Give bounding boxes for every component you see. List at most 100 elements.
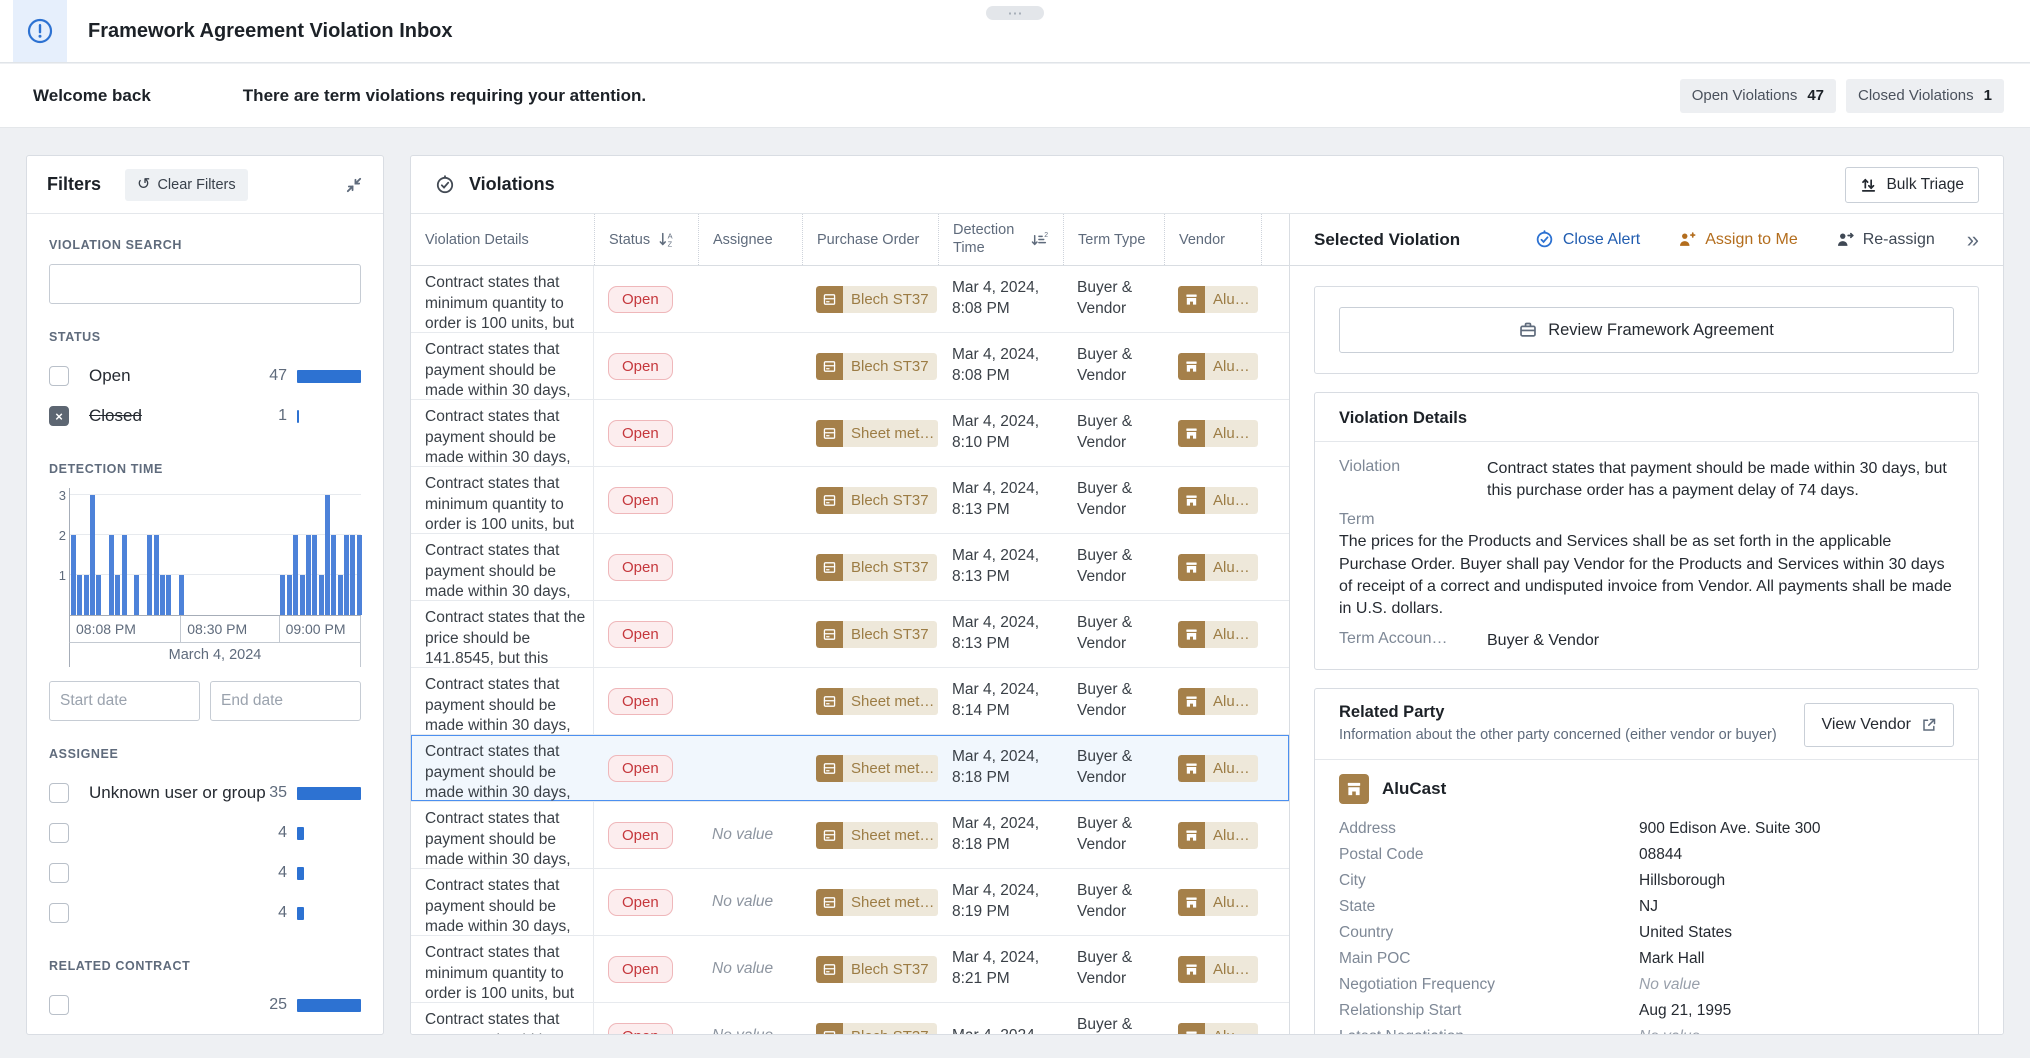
term-type-cell: Buyer & Vendor	[1063, 936, 1164, 1002]
histogram-plot-area[interactable]: 1 2 3	[59, 488, 362, 616]
detection-time-cell: Mar 4, 2024, 8:13 PM	[938, 467, 1063, 533]
checkbox[interactable]	[49, 863, 69, 883]
purchase-order-icon	[816, 888, 843, 916]
bulk-triage-label: Bulk Triage	[1886, 175, 1964, 193]
detection-time-value: Mar 4, 2024, 8:13 PM	[952, 546, 1039, 588]
histogram-bar	[121, 535, 127, 615]
purchase-order-tag[interactable]: Blech ST37	[816, 285, 937, 313]
violation-text: Contract states that payment should be m…	[1487, 460, 1947, 499]
purchase-order-label: Sheet met…	[843, 888, 938, 916]
violation-row[interactable]: Contract states that payment should be m…	[411, 333, 1289, 400]
violation-row[interactable]: Contract states that payment should be m…	[411, 668, 1289, 735]
purchase-order-icon	[816, 687, 843, 715]
vendor-tag[interactable]: Alu…	[1178, 1022, 1258, 1034]
checkbox[interactable]	[49, 366, 69, 386]
vendor-tag[interactable]: Alu…	[1178, 352, 1258, 380]
start-date-input[interactable]	[49, 681, 200, 721]
checkbox[interactable]	[49, 903, 69, 923]
vendor-tag[interactable]: Alu…	[1178, 285, 1258, 313]
table-body[interactable]: Contract states that minimum quantity to…	[411, 266, 1289, 1034]
term-type-value: Buyer & Vendor	[1077, 748, 1133, 786]
vendor-cell: Alu…	[1164, 534, 1261, 600]
purchase-order-tag[interactable]: Blech ST37	[816, 352, 937, 380]
checkbox[interactable]	[49, 995, 69, 1015]
reassign-alert-button[interactable]: Re-assign	[1836, 231, 1935, 249]
vendor-store-icon	[1178, 553, 1205, 581]
column-header-term-type[interactable]: Term Type	[1063, 214, 1164, 265]
vendor-tag[interactable]: Alu…	[1178, 553, 1258, 581]
column-header-violation-details[interactable]: Violation Details	[411, 214, 594, 265]
vendor-tag[interactable]: Alu…	[1178, 486, 1258, 514]
violation-search-input[interactable]	[49, 264, 361, 304]
vendor-cell: Alu…	[1164, 936, 1261, 1002]
checkbox-excluded[interactable]: ×	[49, 406, 69, 426]
checkbox[interactable]	[49, 783, 69, 803]
violation-row[interactable]: Contract states that payment should be m…	[411, 802, 1289, 869]
clear-filters-button[interactable]: ↺ Clear Filters	[125, 168, 248, 201]
vendor-identity[interactable]: AluCast	[1339, 774, 1954, 805]
detection-time-cell: Mar 4, 2024, 8:19 PM	[938, 869, 1063, 935]
violation-count-badge[interactable]: Closed Violations 1	[1846, 78, 2004, 113]
violation-row[interactable]: Contract states that minimum quantity to…	[411, 936, 1289, 1003]
filter-item-label: Open	[89, 366, 131, 385]
assignee-cell: No value	[698, 1003, 802, 1034]
vendor-field-label: Latest Negotiation	[1339, 1028, 1639, 1034]
violation-details-cell: Contract states that payment should be m…	[411, 400, 594, 466]
page-title: Framework Agreement Violation Inbox	[88, 20, 453, 42]
vendor-tag[interactable]: Alu…	[1178, 620, 1258, 648]
violation-row[interactable]: Contract states that the price should be…	[411, 601, 1289, 668]
collapse-panel-button[interactable]	[345, 176, 363, 194]
detection-date: Mar 4, 2024,	[952, 413, 1040, 431]
vendor-tag[interactable]: Alu…	[1178, 754, 1258, 782]
checkbox[interactable]	[49, 823, 69, 843]
purchase-order-label: Blech ST37	[843, 620, 937, 648]
column-header-purchase-order[interactable]: Purchase Order	[802, 214, 938, 265]
violation-row[interactable]: Contract states that payment should be m…	[411, 869, 1289, 936]
view-vendor-button[interactable]: View Vendor	[1804, 703, 1954, 748]
purchase-order-tag[interactable]: Sheet met…	[816, 754, 938, 782]
widget-drag-handle[interactable]: ⋯	[986, 6, 1044, 21]
purchase-order-tag[interactable]: Blech ST37	[816, 486, 937, 514]
purchase-order-tag[interactable]: Blech ST37	[816, 553, 937, 581]
vendor-tag[interactable]: Alu…	[1178, 888, 1258, 916]
close-alert-button[interactable]: Close Alert	[1535, 230, 1640, 249]
violation-row[interactable]: Contract states that payment should be m…	[411, 735, 1289, 802]
bulk-triage-button[interactable]: Bulk Triage	[1845, 166, 1979, 203]
violation-row[interactable]: Contract states that payment should be m…	[411, 1003, 1289, 1034]
vendor-tag[interactable]: Alu…	[1178, 821, 1258, 849]
violation-row[interactable]: Contract states that minimum quantity to…	[411, 467, 1289, 534]
purchase-order-icon	[816, 553, 843, 581]
column-header-status[interactable]: Status A Z	[594, 214, 698, 265]
purchase-order-tag[interactable]: Blech ST37	[816, 1022, 937, 1034]
violation-row[interactable]: Contract states that payment should be m…	[411, 400, 1289, 467]
term-label: Term	[1339, 511, 1375, 529]
vendor-tag[interactable]: Alu…	[1178, 955, 1258, 983]
vendor-tag[interactable]: Alu…	[1178, 687, 1258, 715]
double-chevron-right-icon[interactable]: »	[1967, 228, 1979, 251]
detection-time-value: Mar 4, 2024,	[952, 1026, 1039, 1034]
violation-row[interactable]: Contract states that payment should be m…	[411, 534, 1289, 601]
purchase-order-tag[interactable]: Blech ST37	[816, 620, 937, 648]
column-header-detection-time[interactable]: Detection Time 2	[938, 214, 1063, 265]
violation-row[interactable]: Contract states that minimum quantity to…	[411, 266, 1289, 333]
purchase-order-label: Blech ST37	[843, 955, 937, 983]
term-type-cell: Buyer & Vendor	[1063, 1003, 1164, 1034]
assignee-cell	[698, 668, 802, 734]
column-header-assignee[interactable]: Assignee	[698, 214, 802, 265]
end-date-input[interactable]	[210, 681, 361, 721]
purchase-order-tag[interactable]: Sheet met…	[816, 687, 938, 715]
purchase-order-tag[interactable]: Sheet met…	[816, 821, 938, 849]
term-type-cell: Buyer & Vendor	[1063, 266, 1164, 332]
review-framework-agreement-button[interactable]: Review Framework Agreement	[1339, 307, 1954, 353]
column-header-vendor[interactable]: Vendor	[1164, 214, 1261, 265]
purchase-order-tag[interactable]: Sheet met…	[816, 888, 938, 916]
vendor-cell: Alu…	[1164, 333, 1261, 399]
purchase-order-tag[interactable]: Sheet met…	[816, 419, 938, 447]
vendor-tag[interactable]: Alu…	[1178, 419, 1258, 447]
violation-count-badge[interactable]: Open Violations 47	[1679, 78, 1837, 113]
assign-alert-button[interactable]: Assign to Me	[1678, 231, 1798, 249]
violation-details-cell: Contract states that minimum quantity to…	[411, 266, 594, 332]
column-label: Detection Time	[953, 222, 1015, 256]
purchase-order-tag[interactable]: Blech ST37	[816, 955, 937, 983]
assignee-cell	[698, 735, 802, 801]
